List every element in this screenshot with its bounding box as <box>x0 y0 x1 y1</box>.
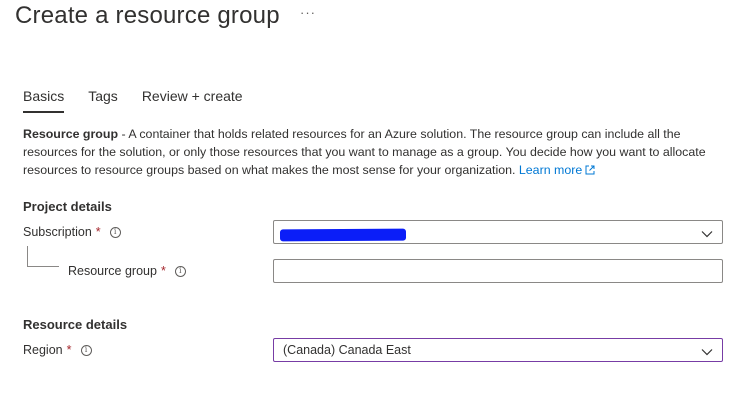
tab-tags[interactable]: Tags <box>88 88 118 113</box>
tab-basics[interactable]: Basics <box>23 88 65 113</box>
region-info-icon[interactable]: i <box>80 344 92 356</box>
learn-more-label[interactable]: Learn more <box>519 163 582 177</box>
subscription-label: Subscription * i <box>23 225 121 239</box>
region-required-mark: * <box>66 343 72 357</box>
subscription-label-text: Subscription <box>23 225 92 239</box>
resource-details-title: Resource details <box>23 317 128 332</box>
page-title: Create a resource group <box>15 2 280 29</box>
learn-more-link[interactable]: Learn more <box>519 163 595 177</box>
resource-group-input[interactable] <box>273 259 723 283</box>
resource-group-required-mark: * <box>160 264 166 278</box>
resource-group-info-icon[interactable]: i <box>174 265 186 277</box>
more-options-button[interactable]: ··· <box>300 5 316 20</box>
chevron-down-icon <box>701 227 713 241</box>
region-dropdown[interactable]: (Canada) Canada East <box>273 338 723 362</box>
description-text: - A container that holds related resourc… <box>23 127 706 177</box>
tab-review-create[interactable]: Review + create <box>142 88 243 113</box>
tab-bar: Basics Tags Review + create <box>23 88 267 113</box>
resource-group-label: Resource group * i <box>68 264 186 278</box>
tree-connector <box>27 246 59 267</box>
subscription-required-mark: * <box>95 225 101 239</box>
region-value: (Canada) Canada East <box>283 343 411 357</box>
external-link-icon <box>585 162 595 180</box>
region-label: Region * i <box>23 343 92 357</box>
project-details-title: Project details <box>23 199 112 214</box>
resource-group-description: Resource group - A container that holds … <box>23 125 723 180</box>
resource-group-label-text: Resource group <box>68 264 157 278</box>
chevron-down-icon <box>701 345 713 359</box>
subscription-redaction <box>279 228 407 242</box>
description-term: Resource group <box>23 127 119 141</box>
region-label-text: Region <box>23 343 63 357</box>
subscription-info-icon[interactable]: i <box>109 226 121 238</box>
